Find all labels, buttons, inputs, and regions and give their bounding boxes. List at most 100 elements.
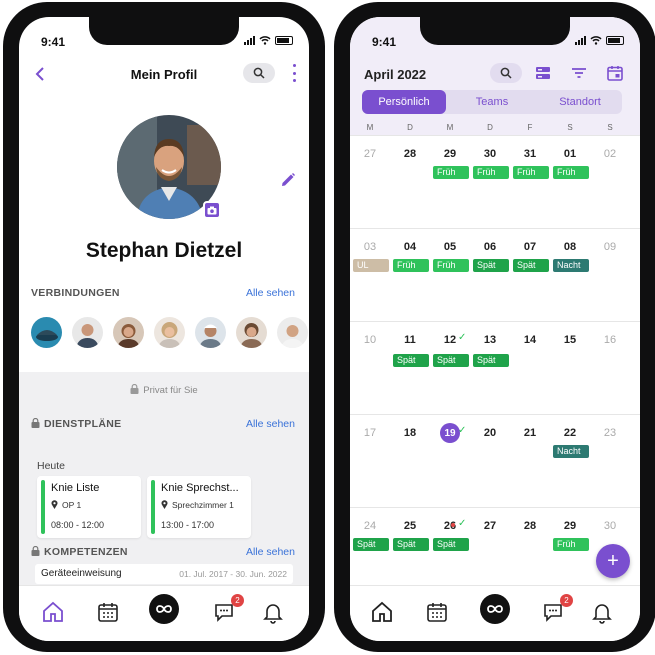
home-icon[interactable] [370, 600, 394, 624]
calendar-day[interactable]: 07 [510, 241, 550, 253]
shift-pill[interactable]: Spät [393, 538, 429, 551]
shift-pill[interactable]: Früh [473, 166, 509, 179]
calendar-day[interactable]: 10 [350, 334, 390, 346]
shift-pill[interactable]: Früh [553, 538, 589, 551]
calendar-day[interactable]: 17 [350, 427, 390, 439]
view-toggle-icon[interactable] [534, 64, 552, 82]
calendar-day[interactable]: 09 [590, 241, 630, 253]
calendar-day[interactable]: 25 [390, 520, 430, 532]
connection-avatar[interactable] [113, 317, 144, 348]
week-row: 17 18 19 20 21 22 23 Nacht [350, 414, 640, 507]
connection-avatar[interactable] [277, 317, 308, 348]
shift-pill[interactable]: Spät [513, 259, 549, 272]
calendar-day[interactable]: 06 [470, 241, 510, 253]
calendar-day[interactable]: 23 [590, 427, 630, 439]
wifi-icon [259, 36, 271, 45]
messages-button[interactable]: 2 [212, 594, 244, 624]
bell-icon[interactable] [590, 600, 614, 624]
shift-card[interactable]: Knie Liste OP 1 08:00 - 12:00 [37, 476, 141, 538]
app-logo-button[interactable] [480, 594, 510, 624]
shift-pill[interactable]: Nacht [553, 259, 589, 272]
phone-frame-left: 9:41 Mein Profil Stephan Dietzel VERBIND… [3, 2, 325, 652]
calendar-day[interactable]: 11 [390, 334, 430, 346]
search-button[interactable] [243, 63, 275, 83]
calendar-day[interactable]: 13 [470, 334, 510, 346]
profile-topbar: Mein Profil [19, 61, 309, 91]
shift-pill[interactable]: Früh [433, 166, 469, 179]
notch [89, 17, 239, 45]
calendar-day[interactable]: 05 [430, 241, 470, 253]
duty-see-all-link[interactable]: Alle sehen [246, 418, 295, 430]
calendar-day[interactable]: 01 [550, 148, 590, 160]
shift-pill[interactable]: Spät [433, 354, 469, 367]
change-photo-button[interactable] [203, 201, 221, 219]
calendar-day[interactable]: 28 [510, 520, 550, 532]
connection-avatar[interactable] [31, 317, 62, 348]
calendar-icon[interactable] [96, 600, 120, 624]
calendar-day[interactable]: 30 [590, 520, 630, 532]
connection-avatar[interactable] [195, 317, 226, 348]
private-label: Privat für Sie [19, 384, 309, 396]
more-menu-icon[interactable] [291, 64, 297, 82]
app-logo-button[interactable] [149, 594, 179, 624]
calendar-day[interactable]: 29 [430, 148, 470, 160]
connections-list [31, 317, 308, 348]
shift-pill[interactable]: Spät [473, 259, 509, 272]
add-shift-button[interactable]: + [596, 544, 630, 578]
calendar-icon[interactable] [425, 600, 449, 624]
connection-avatar[interactable] [154, 317, 185, 348]
camera-icon [207, 206, 217, 214]
tab-standort[interactable]: Standort [538, 90, 622, 114]
calendar-day[interactable]: 28 [390, 148, 430, 160]
lock-icon [31, 546, 40, 556]
home-icon[interactable] [41, 600, 65, 624]
search-button[interactable] [490, 63, 522, 83]
shift-pill[interactable]: Spät [473, 354, 509, 367]
edit-pencil-icon[interactable] [279, 171, 297, 189]
shift-pill[interactable]: Spät [393, 354, 429, 367]
calendar-day[interactable]: 24 [350, 520, 390, 532]
messages-button[interactable]: 2 [541, 594, 573, 624]
calendar-day[interactable]: 04 [390, 241, 430, 253]
infinity-icon [487, 605, 503, 613]
calendar-day[interactable]: 18 [390, 427, 430, 439]
calendar-day[interactable]: 30 [470, 148, 510, 160]
filter-icon[interactable] [570, 64, 588, 82]
today-date[interactable]: 19 [440, 423, 460, 443]
calendar-today-icon[interactable] [606, 64, 624, 82]
connection-avatar[interactable] [72, 317, 103, 348]
calendar-day[interactable]: 27 [350, 148, 390, 160]
calendar-day[interactable]: 15 [550, 334, 590, 346]
shift-pill[interactable]: Früh [393, 259, 429, 272]
location-pin-icon [161, 500, 168, 509]
calendar-day[interactable]: 20 [470, 427, 510, 439]
calendar-day[interactable]: 02 [590, 148, 630, 160]
calendar-day[interactable]: 27 [470, 520, 510, 532]
shift-card[interactable]: Knie Sprechst... Sprechzimmer 1 13:00 - … [147, 476, 251, 538]
status-time: 9:41 [41, 35, 66, 49]
shift-pill[interactable]: Nacht [553, 445, 589, 458]
calendar-day[interactable]: 22 [550, 427, 590, 439]
bell-icon[interactable] [261, 600, 285, 624]
calendar-day[interactable]: 31 [510, 148, 550, 160]
skill-row[interactable]: Geräteeinweisung 01. Jul. 2017 - 30. Jun… [35, 564, 293, 584]
calendar-day[interactable]: 03 [350, 241, 390, 253]
calendar-day[interactable]: 16 [590, 334, 630, 346]
connections-header: VERBINDUNGEN Alle sehen [31, 287, 295, 299]
calendar-day[interactable]: 21 [510, 427, 550, 439]
shift-pill[interactable]: Spät [433, 538, 469, 551]
skills-see-all-link[interactable]: Alle sehen [246, 546, 295, 558]
shift-pill[interactable]: Früh [433, 259, 469, 272]
signal-icon [575, 35, 586, 45]
calendar-day[interactable]: 29 [550, 520, 590, 532]
connection-avatar[interactable] [236, 317, 267, 348]
shift-pill[interactable]: Früh [553, 166, 589, 179]
shift-pill[interactable]: Spät [353, 538, 389, 551]
tab-teams[interactable]: Teams [450, 90, 534, 114]
calendar-day[interactable]: 08 [550, 241, 590, 253]
connections-see-all-link[interactable]: Alle sehen [246, 287, 295, 299]
shift-pill[interactable]: UL [353, 259, 389, 272]
shift-pill[interactable]: Früh [513, 166, 549, 179]
tab-persoenlich[interactable]: Persönlich [362, 90, 446, 114]
calendar-day[interactable]: 14 [510, 334, 550, 346]
